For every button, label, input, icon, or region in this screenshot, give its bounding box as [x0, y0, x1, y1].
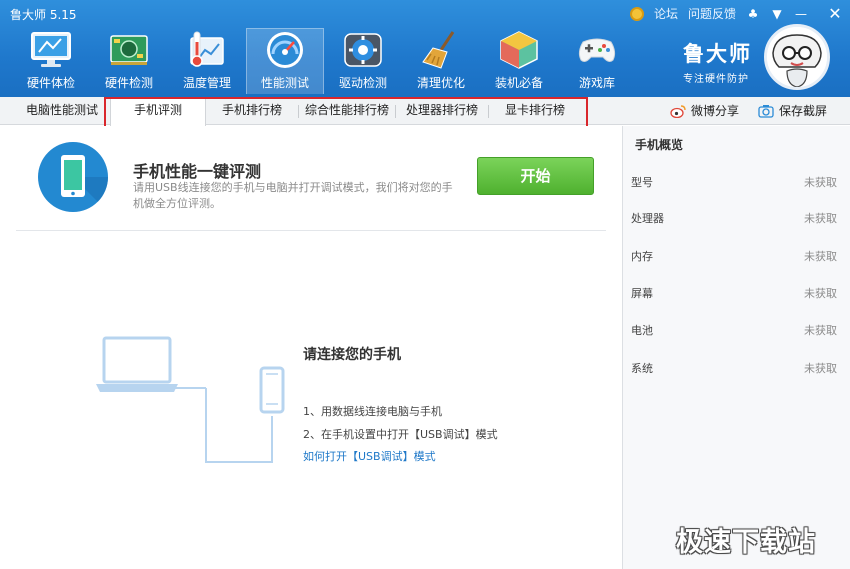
connect-title: 请连接您的手机 — [303, 347, 401, 363]
feedback-link[interactable]: 问题反馈 — [688, 5, 736, 22]
overview-value: 未获取 — [804, 250, 837, 263]
overview-label: 内存 — [631, 250, 653, 263]
gear-box-icon — [341, 30, 385, 70]
brand: 鲁大师 专注硬件防护 — [683, 38, 752, 85]
speedometer-icon — [263, 30, 307, 70]
watermark: 极速下载站 — [676, 527, 816, 558]
tab-pc-performance[interactable]: 电脑性能测试 — [14, 97, 110, 125]
overview-value: 未获取 — [804, 287, 837, 300]
tool-label: 驱动检测 — [338, 76, 387, 90]
overview-label: 系统 — [631, 362, 653, 375]
brand-slogan: 专注硬件防护 — [683, 74, 749, 85]
shirt-icon[interactable]: ♣ — [746, 7, 760, 21]
overview-title: 手机概览 — [635, 138, 684, 152]
connect-illustration — [96, 336, 296, 469]
connect-step: 1、用数据线连接电脑与手机 — [303, 405, 442, 418]
main-panel: 手机性能一键评测 请用USB线连接您的手机与电脑并打开调试模式，我们将对您的手机… — [0, 126, 622, 569]
close-icon[interactable]: ✕ — [828, 4, 842, 23]
tool-label: 清理优化 — [416, 76, 465, 90]
tool-hardware-checkup[interactable]: 硬件体检 — [12, 28, 90, 94]
tool-label: 硬件体检 — [26, 76, 75, 90]
window-controls: 论坛 问题反馈 ♣ ▼ — ✕ — [629, 4, 842, 23]
save-screenshot-button[interactable]: 保存截屏 — [758, 97, 827, 125]
gamepad-icon — [575, 30, 619, 70]
weibo-share-label: 微博分享 — [691, 103, 740, 118]
camera-icon — [758, 105, 774, 118]
tool-label: 装机必备 — [494, 76, 543, 90]
menu-icon[interactable]: ▼ — [770, 7, 784, 21]
tool-essentials[interactable]: 装机必备 — [480, 28, 558, 94]
tool-driver-detect[interactable]: 驱动检测 — [324, 28, 402, 94]
overview-label: 处理器 — [631, 212, 664, 225]
app-title: 鲁大师 5.15 — [10, 8, 77, 22]
broom-icon — [419, 30, 463, 70]
forum-link[interactable]: 论坛 — [654, 5, 678, 22]
start-button[interactable]: 开始 — [477, 157, 594, 195]
tool-temperature[interactable]: 温度管理 — [168, 28, 246, 94]
usb-debug-help-link[interactable]: 如何打开【USB调试】模式 — [303, 448, 436, 464]
phone-overview-panel: 手机概览 型号 未获取 处理器 未获取 内存 未获取 屏幕 未获取 电池 未获取… — [622, 126, 850, 569]
tool-label: 性能测试 — [260, 76, 309, 90]
main-toolbar: 硬件体检 硬件检测 温度管理 性能测试 驱动检测 清理优化 装机必备 游戏库 — [12, 28, 636, 94]
connect-step: 2、在手机设置中打开【USB调试】模式 — [303, 428, 498, 441]
save-screenshot-label: 保存截屏 — [779, 103, 828, 118]
phone-icon — [38, 142, 108, 212]
cube-icon — [497, 30, 541, 70]
tool-hardware-detect[interactable]: 硬件检测 — [90, 28, 168, 94]
content-divider — [16, 230, 606, 231]
tool-label: 游戏库 — [578, 76, 615, 90]
monitor-icon — [29, 30, 73, 70]
tool-performance-test[interactable]: 性能测试 — [246, 28, 324, 94]
overview-value: 未获取 — [804, 324, 837, 337]
overview-label: 屏幕 — [631, 287, 653, 300]
thermometer-icon — [185, 30, 229, 70]
weibo-icon — [670, 105, 686, 118]
circuit-board-icon — [107, 30, 151, 70]
overview-label: 电池 — [631, 324, 653, 337]
overview-value: 未获取 — [804, 176, 837, 189]
brand-name: 鲁大师 — [683, 42, 752, 66]
overview-label: 型号 — [631, 176, 653, 189]
tool-cleanup[interactable]: 清理优化 — [402, 28, 480, 94]
tool-label: 温度管理 — [182, 76, 231, 90]
tool-game-library[interactable]: 游戏库 — [558, 28, 636, 94]
avatar[interactable] — [764, 24, 830, 90]
medal-icon[interactable] — [629, 6, 644, 21]
overview-value: 未获取 — [804, 362, 837, 375]
tool-label: 硬件检测 — [104, 76, 153, 90]
overview-value: 未获取 — [804, 212, 837, 225]
weibo-share-button[interactable]: 微博分享 — [670, 97, 739, 125]
top-bar: 鲁大师 5.15 论坛 问题反馈 ♣ ▼ — ✕ 硬件体检 硬件检测 温度管理 — [0, 0, 850, 97]
eval-description: 请用USB线连接您的手机与电脑并打开调试模式，我们将对您的手机做全方位评测。 — [133, 181, 453, 210]
eval-title: 手机性能一键评测 — [133, 162, 262, 181]
minimize-icon[interactable]: — — [794, 7, 808, 21]
